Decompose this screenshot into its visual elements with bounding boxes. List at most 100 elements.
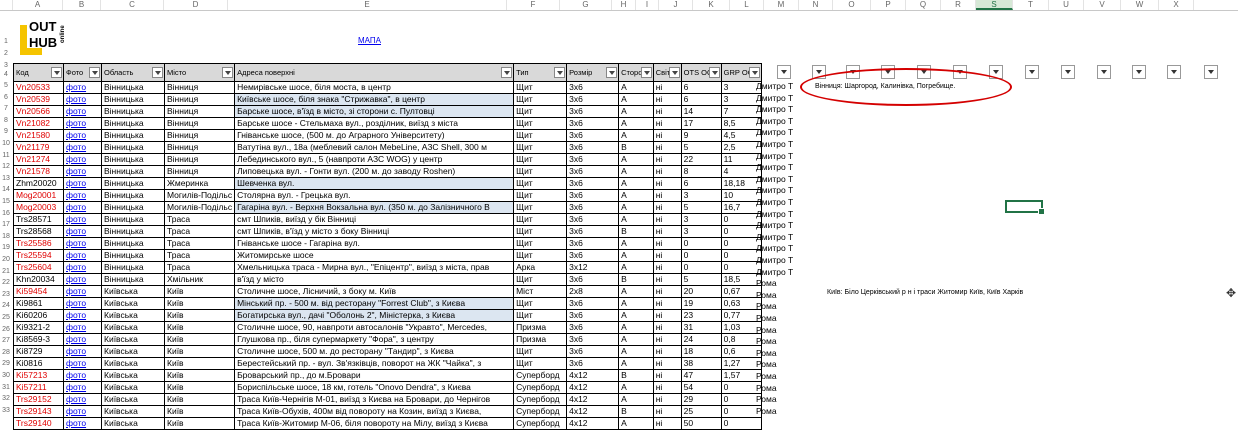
- cell-size[interactable]: 3х6: [566, 333, 620, 346]
- cell-city[interactable]: Вінниця: [163, 141, 236, 154]
- cell-city[interactable]: Могилів-Подільс: [163, 201, 236, 214]
- cell-ots[interactable]: 31: [680, 321, 722, 334]
- cell-city[interactable]: Київ: [163, 417, 236, 430]
- cell-address[interactable]: Траса Київ-Чернігів М-01, виїзд з Києва …: [234, 393, 515, 406]
- cell-city[interactable]: Київ: [163, 405, 236, 418]
- photo-link[interactable]: фото: [66, 371, 86, 381]
- cell-side[interactable]: B: [618, 369, 654, 382]
- cell-size[interactable]: 3х6: [566, 237, 620, 250]
- cell-oblast[interactable]: Київська: [101, 285, 165, 298]
- cell-oblast[interactable]: Київська: [101, 393, 165, 406]
- cell-code[interactable]: Vn21179: [13, 141, 64, 154]
- cell-address[interactable]: Бориспільське шосе, 18 км, готель "Onovo…: [234, 381, 515, 394]
- filter-dropdown[interactable]: [1132, 65, 1146, 79]
- cell-oblast[interactable]: Київська: [101, 309, 165, 322]
- cell-size[interactable]: 3х6: [566, 141, 620, 154]
- column-header-r[interactable]: R: [941, 0, 976, 10]
- cell-photo[interactable]: фото: [63, 249, 102, 262]
- cell-size[interactable]: 3х6: [566, 213, 620, 226]
- cell-side[interactable]: A: [618, 345, 654, 358]
- row-number[interactable]: 32: [0, 395, 12, 402]
- cell-photo[interactable]: фото: [63, 177, 102, 190]
- cell-address[interactable]: смт Шпиків, виїзд у бік Вінниці: [234, 213, 515, 226]
- cell-code[interactable]: Vn20539: [13, 93, 64, 106]
- cell-light[interactable]: ні: [652, 309, 682, 322]
- cell-light[interactable]: ні: [652, 369, 682, 382]
- cell-manager[interactable]: Рома: [756, 406, 777, 417]
- cell-light[interactable]: ні: [652, 117, 682, 130]
- cell-oblast[interactable]: Вінницька: [101, 201, 165, 214]
- cell-ots[interactable]: 24: [680, 333, 722, 346]
- cell-code[interactable]: Ki8569-3: [13, 333, 64, 346]
- cell-manager[interactable]: Рома: [756, 278, 777, 289]
- row-number[interactable]: 13: [0, 175, 12, 182]
- cell-side[interactable]: A: [618, 261, 654, 274]
- cell-city[interactable]: Київ: [163, 369, 236, 382]
- cell-type[interactable]: Призма: [513, 333, 568, 346]
- row-number[interactable]: 24: [0, 302, 12, 309]
- photo-link[interactable]: фото: [66, 179, 86, 189]
- cell-ots[interactable]: 6: [680, 81, 722, 94]
- cell-side[interactable]: A: [618, 81, 654, 94]
- cell-type[interactable]: Щит: [513, 189, 568, 202]
- cell-code[interactable]: Ki9321-2: [13, 321, 64, 334]
- photo-link[interactable]: фото: [66, 407, 86, 417]
- photo-link[interactable]: фото: [66, 227, 86, 237]
- filter-dropdown[interactable]: [1061, 65, 1075, 79]
- cell-side[interactable]: A: [618, 333, 654, 346]
- cell-manager[interactable]: Дмитро Т: [756, 185, 793, 196]
- cell-light[interactable]: ні: [652, 393, 682, 406]
- cell-ots[interactable]: 20: [680, 285, 722, 298]
- cell-side[interactable]: A: [618, 105, 654, 118]
- cell-ots[interactable]: 18: [680, 345, 722, 358]
- cell-size[interactable]: 3х6: [566, 225, 620, 238]
- cell-side[interactable]: A: [618, 417, 654, 430]
- cell-oblast[interactable]: Вінницька: [101, 189, 165, 202]
- row-number[interactable]: 3: [0, 62, 12, 69]
- cell-manager[interactable]: Дмитро Т: [756, 232, 793, 243]
- cell-side[interactable]: A: [618, 177, 654, 190]
- cell-light[interactable]: ні: [652, 165, 682, 178]
- cell-city[interactable]: Вінниця: [163, 117, 236, 130]
- column-header-h[interactable]: H: [612, 0, 636, 10]
- column-header-u[interactable]: U: [1049, 0, 1084, 10]
- cell-code[interactable]: Mog20003: [13, 201, 64, 214]
- cell-ots[interactable]: 23: [680, 309, 722, 322]
- cell-type[interactable]: Щит: [513, 345, 568, 358]
- cell-light[interactable]: ні: [652, 285, 682, 298]
- column-header-b[interactable]: B: [63, 0, 101, 10]
- photo-link[interactable]: фото: [66, 107, 86, 117]
- map-link[interactable]: МАПА: [358, 36, 381, 45]
- cell-photo[interactable]: фото: [63, 309, 102, 322]
- select-all-corner[interactable]: [0, 0, 13, 10]
- cell-size[interactable]: 4х12: [566, 417, 620, 430]
- row-number[interactable]: 27: [0, 337, 12, 344]
- cell-code[interactable]: Trs29140: [13, 417, 64, 430]
- cell-type[interactable]: Суперборд: [513, 405, 568, 418]
- cell-size[interactable]: 3х6: [566, 93, 620, 106]
- filter-dropdown[interactable]: [51, 67, 62, 78]
- cell-city[interactable]: Вінниця: [163, 81, 236, 94]
- cell-code[interactable]: Vn20533: [13, 81, 64, 94]
- photo-link[interactable]: фото: [66, 95, 86, 105]
- row-number[interactable]: 1: [0, 38, 12, 45]
- filter-dropdown[interactable]: [606, 67, 618, 78]
- cell-type[interactable]: Щит: [513, 129, 568, 142]
- cell-address[interactable]: Гніванське шосе - Гагаріна вул.: [234, 237, 515, 250]
- cell-type[interactable]: Щит: [513, 93, 568, 106]
- row-number[interactable]: 19: [0, 244, 12, 251]
- cell-type[interactable]: Щит: [513, 81, 568, 94]
- cell-type[interactable]: Щит: [513, 105, 568, 118]
- row-number[interactable]: 2: [0, 50, 12, 57]
- column-header-m[interactable]: M: [764, 0, 799, 10]
- cell-manager[interactable]: Рома: [756, 301, 777, 312]
- filter-dropdown[interactable]: [1097, 65, 1111, 79]
- cell-manager[interactable]: Рома: [756, 290, 777, 301]
- cell-size[interactable]: 3х12: [566, 261, 620, 274]
- cell-photo[interactable]: фото: [63, 417, 102, 430]
- cell-ots[interactable]: 0: [680, 249, 722, 262]
- row-number[interactable]: 14: [0, 186, 12, 193]
- filter-dropdown[interactable]: [89, 67, 100, 78]
- row-number[interactable]: 9: [0, 128, 12, 135]
- cell-photo[interactable]: фото: [63, 141, 102, 154]
